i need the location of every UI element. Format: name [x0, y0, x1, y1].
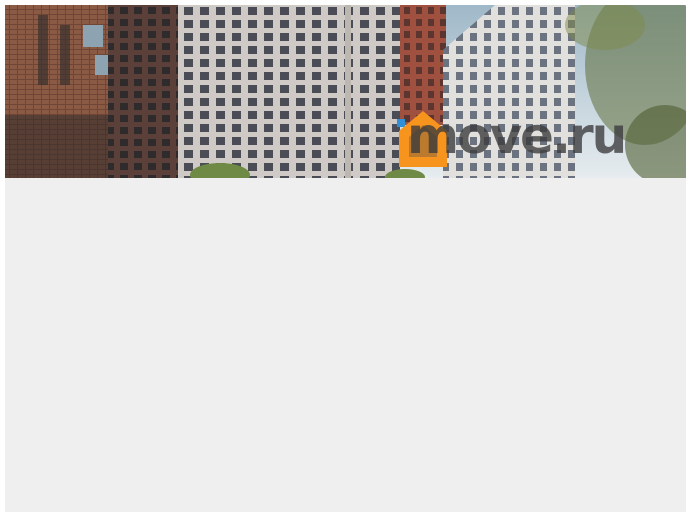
content-area	[5, 178, 686, 512]
logo-text: move.ru	[407, 107, 627, 165]
listing-photo[interactable]: move.ru	[5, 5, 686, 178]
listing-card: move.ru	[5, 5, 686, 512]
move-ru-logo[interactable]: move.ru	[397, 107, 627, 169]
